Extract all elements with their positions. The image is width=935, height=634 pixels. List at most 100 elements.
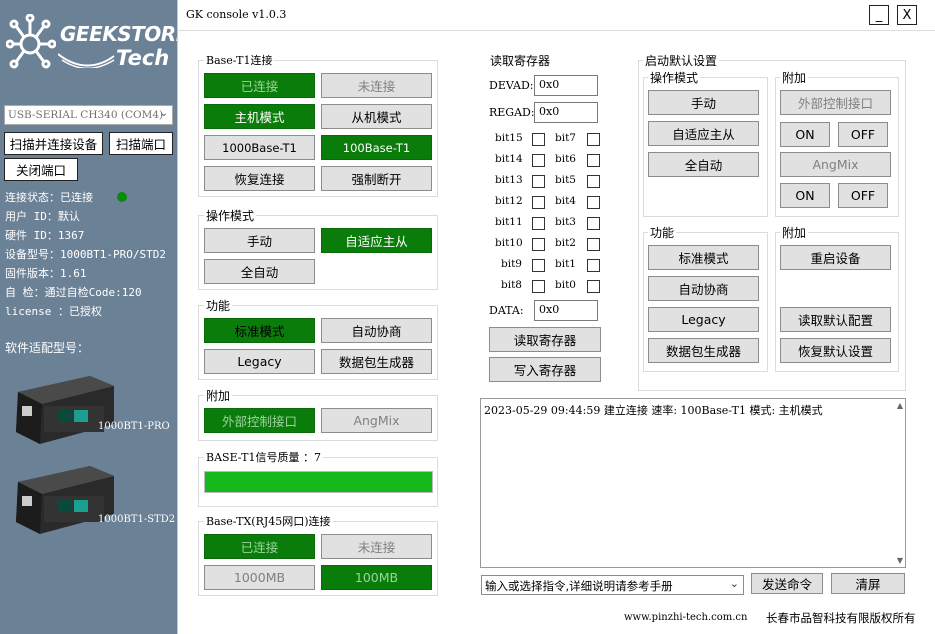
bit-label: bit13 [495,174,523,186]
angmix-button[interactable]: AngMix [321,408,432,433]
packet-generator-button[interactable]: 数据包生成器 [321,349,432,374]
signal-progress-track [204,471,433,493]
model1-label: 1000BT1-PRO [98,421,170,432]
speed-1000mb-button[interactable]: 1000MB [204,565,315,590]
bit-checkbox[interactable] [587,280,600,293]
data-label: DATA: [489,304,524,317]
brand-line1: GEEKSTORE [60,22,189,46]
signal-title: BASE-T1信号质量 ：7 [204,449,323,465]
default-auto-button[interactable]: 全自动 [648,152,759,177]
default-standard-button[interactable]: 标准模式 [648,245,759,270]
info-row: license ：已授权 [5,305,102,318]
slave-mode-button[interactable]: 从机模式 [321,104,432,129]
register-title: 读取寄存器 [488,52,553,69]
bit-checkbox[interactable] [587,217,600,230]
default-autoneg-button[interactable]: 自动协商 [648,276,759,301]
send-command-button[interactable]: 发送命令 [751,573,823,594]
bit-checkbox[interactable] [532,280,545,293]
speed-100base-t1-button[interactable]: 100Base-T1 [321,135,432,160]
port-select[interactable]: USB-SERIAL CH340 (COM4) ⌄ [4,105,173,125]
adaptive-mode-button[interactable]: 自适应主从 [321,228,432,253]
logo-circuit-icon [6,14,56,69]
manual-mode-button[interactable]: 手动 [204,228,315,253]
scroll-down-icon[interactable]: ▼ [897,556,903,565]
scroll-up-icon[interactable]: ▲ [897,401,903,410]
bit-checkbox[interactable] [587,238,600,251]
defaults-title: 启动默认设置 [643,52,720,69]
close-port-button[interactable]: 关闭端口 [4,158,78,181]
write-register-button[interactable]: 写入寄存器 [489,357,601,382]
data-input[interactable]: 0x0 [534,300,598,321]
restore-default-button[interactable]: 恢复默认设置 [780,338,891,363]
default-legacy-button[interactable]: Legacy [648,307,759,332]
master-mode-button[interactable]: 主机模式 [204,104,315,129]
devad-input[interactable]: 0x0 [534,75,598,96]
bit-label: bit9 [501,258,522,270]
signal-progress-fill [205,472,432,492]
reboot-device-button[interactable]: 重启设备 [780,245,891,270]
restore-connection-button[interactable]: 恢复连接 [204,166,315,191]
autoneg-button[interactable]: 自动协商 [321,318,432,343]
angmix-off-button[interactable]: OFF [838,183,888,208]
bit-label: bit15 [495,132,523,144]
base-tx-connected-button[interactable]: 已连接 [204,534,315,559]
bit-checkbox[interactable] [587,154,600,167]
clear-screen-button[interactable]: 清屏 [831,573,905,594]
close-button[interactable]: X [897,5,917,25]
op-mode-title: 操作模式 [204,207,257,224]
default-ext-control-button[interactable]: 外部控制接口 [780,90,891,115]
base-tx-disconnected-button[interactable]: 未连接 [321,534,432,559]
legacy-button[interactable]: Legacy [204,349,315,374]
chevron-down-icon: ⌄ [159,108,168,119]
base-t1-disconnected-button[interactable]: 未连接 [321,73,432,98]
speed-100mb-button[interactable]: 100MB [321,565,432,590]
ext-control-button[interactable]: 外部控制接口 [204,408,315,433]
bit-checkbox[interactable] [532,154,545,167]
window-title: GK console v1.0.3 [186,8,287,21]
default-angmix-button[interactable]: AngMix [780,152,891,177]
command-placeholder: 输入或选择指令,详细说明请参考手册 [485,579,673,593]
read-register-button[interactable]: 读取寄存器 [489,327,601,352]
base-t1-connected-button[interactable]: 已连接 [204,73,315,98]
device-image-std2 [10,460,120,540]
speed-1000base-t1-button[interactable]: 1000Base-T1 [204,135,315,160]
bit-checkbox[interactable] [587,196,600,209]
command-combobox[interactable]: 输入或选择指令,详细说明请参考手册 ⌄ [481,575,744,595]
angmix-on-button[interactable]: ON [780,183,830,208]
read-default-button[interactable]: 读取默认配置 [780,307,891,332]
bit-checkbox[interactable] [532,259,545,272]
regad-input[interactable]: 0x0 [534,102,598,123]
bit-checkbox[interactable] [532,196,545,209]
ext-on-button[interactable]: ON [780,122,830,147]
info-row: 自 检：通过自检Code:120 [5,286,142,299]
scan-port-button[interactable]: 扫描端口 [109,132,173,155]
bit-checkbox[interactable] [587,175,600,188]
base-tx-title: Base-TX(RJ45网口)连接 [204,513,333,529]
bit-checkbox[interactable] [587,259,600,272]
port-select-value: USB-SERIAL CH340 (COM4) [8,109,164,121]
chevron-down-icon: ⌄ [729,577,739,590]
bit-label: bit3 [555,216,576,228]
minimize-button[interactable]: _ [869,5,889,25]
regad-label: REGAD: [489,106,535,119]
default-adaptive-button[interactable]: 自适应主从 [648,121,759,146]
force-disconnect-button[interactable]: 强制断开 [321,166,432,191]
default-manual-button[interactable]: 手动 [648,90,759,115]
bit-checkbox[interactable] [587,133,600,146]
defaults-op-title: 操作模式 [648,69,701,86]
bit-checkbox[interactable] [532,217,545,230]
log-area[interactable]: 2023-05-29 09:44:59 建立连接 速率: 100Base-T1 … [480,398,906,568]
models-title: 软件适配型号： [5,341,90,355]
bit-checkbox[interactable] [532,175,545,188]
bit-label: bit1 [555,258,576,270]
defaults-extra2-title: 附加 [780,224,809,241]
title-divider [178,30,935,31]
ext-off-button[interactable]: OFF [838,122,888,147]
bit-checkbox[interactable] [532,133,545,146]
bit-label: bit0 [555,279,576,291]
auto-mode-button[interactable]: 全自动 [204,259,315,284]
bit-checkbox[interactable] [532,238,545,251]
default-pktgen-button[interactable]: 数据包生成器 [648,338,759,363]
standard-mode-button[interactable]: 标准模式 [204,318,315,343]
scan-connect-button[interactable]: 扫描并连接设备 [4,132,103,155]
